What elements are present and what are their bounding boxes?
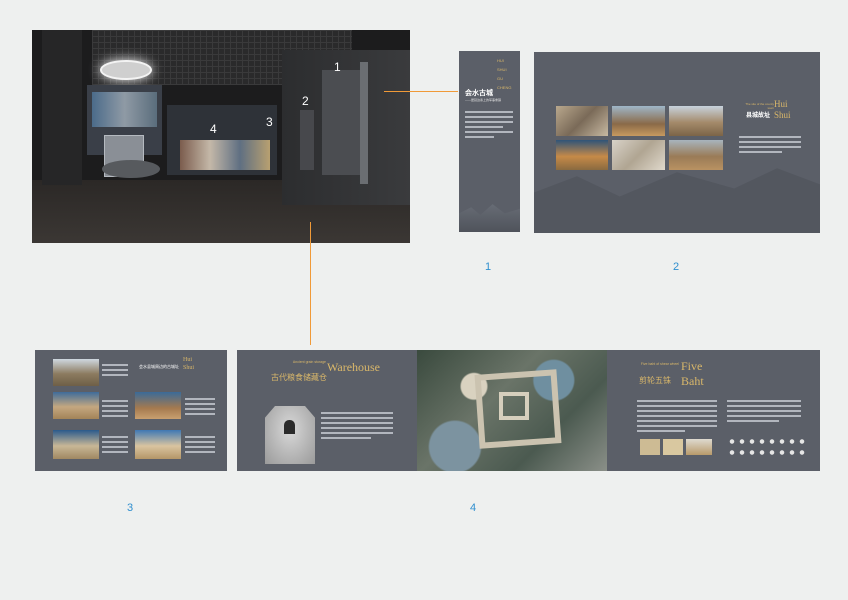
panel-3-text-2: [102, 400, 128, 420]
gallery-render: 1 2 3 4: [32, 30, 410, 243]
caption-2: 2: [673, 261, 680, 273]
panel-2-photo-4: [556, 140, 608, 170]
panel-1-word: HUI: [497, 58, 504, 63]
coin-photo-1: [640, 439, 660, 455]
coin-photo-3: [686, 439, 712, 455]
showcase-base: [102, 160, 160, 178]
panel-3: 会水县城周边的古城址 Hui Shui: [35, 350, 227, 471]
granary-opening: [284, 420, 295, 434]
panel-4-title-en: Warehouse: [327, 360, 381, 374]
right-panel-1: [322, 70, 360, 175]
caption-3: 3: [127, 502, 134, 514]
panel-3-text-4: [185, 398, 215, 418]
gallery-marker-4: 4: [210, 122, 217, 136]
panel-4-right-title-en2: Baht: [681, 374, 704, 388]
panel-3-title-en: Hui Shui: [183, 357, 195, 371]
panel-3-text-3: [102, 436, 128, 456]
panel-2-photo-2: [612, 106, 665, 136]
panel-2-title-cn: 县城故址: [746, 113, 771, 119]
panel-2-photo-6: [669, 140, 723, 170]
panel-4-right-small-en: Five baht of shear wheel: [640, 362, 679, 366]
panel-4-right-body-2: [727, 400, 801, 425]
granary-photo: [265, 406, 315, 464]
right-panel-main: [360, 62, 368, 184]
gallery-marker-3: 3: [266, 115, 273, 129]
caption-4: 4: [470, 502, 477, 514]
panel-4-right-title-en: Five: [681, 359, 703, 373]
panel-1-subtitle: ——居延边塞上的军事重镇: [465, 98, 502, 102]
panel-1-word: CHENG: [497, 85, 512, 90]
right-panel-2: [300, 110, 314, 170]
panel-4-right-title-cn: 剪轮五铢: [639, 376, 671, 385]
panel-3-photo-4: [135, 392, 181, 419]
panel-3-text-1: [102, 364, 128, 379]
aerial-ruin-inner: [499, 392, 529, 420]
panel-2-photo-3: [669, 106, 723, 136]
panel-1-word: SHUI: [497, 67, 507, 72]
panel-1-title: 会水古城: [465, 89, 493, 97]
panel-2-body: [739, 136, 801, 156]
gallery-marker-2: 2: [302, 94, 309, 108]
panel-2-small-en: The site of the county town: [745, 102, 774, 110]
left-display-image: [92, 92, 157, 127]
panel-2: The site of the county town Hui Shui 县城故…: [534, 52, 820, 233]
panel-1-word: GU: [497, 76, 503, 81]
far-display: [180, 140, 270, 170]
panel-2-photo-1: [556, 106, 608, 136]
panel-3-photo-1: [53, 359, 99, 386]
coin-row: [727, 436, 807, 458]
coin-photo-2: [663, 439, 683, 455]
panel-3-photo-3: [53, 430, 99, 459]
panel-3-title-cn: 会水县城周边的古城址: [139, 364, 179, 369]
panel-4-small-en: Ancient grain storage: [292, 360, 326, 364]
panel-2-title-en: Hui Shui: [774, 99, 791, 120]
connector-4-v: [310, 222, 311, 345]
left-pillar: [42, 30, 82, 185]
panel-4: Ancient grain storage Warehouse 古代粮食储藏仓 …: [237, 350, 820, 471]
gallery-marker-1: 1: [334, 60, 341, 74]
panel-3-photo-2: [53, 392, 99, 419]
panel-2-photo-5: [612, 140, 665, 170]
panel-4-left-body: [321, 412, 393, 442]
ceiling-light: [100, 60, 152, 80]
panel-1-mountains: [459, 204, 520, 232]
panel-3-text-5: [185, 436, 215, 456]
panel-1-words: HUI SHUI GU CHENG: [497, 56, 511, 92]
connector-1-h: [384, 91, 458, 92]
panel-1: HUI SHUI GU CHENG 会水古城 ——居延边塞上的军事重镇: [459, 51, 520, 232]
panel-1-body: [465, 111, 513, 141]
panel-3-photo-5: [135, 430, 181, 459]
panel-4-right-body-1: [637, 400, 717, 435]
panel-4-title-cn: 古代粮食储藏仓: [271, 373, 327, 382]
caption-1: 1: [485, 261, 492, 273]
